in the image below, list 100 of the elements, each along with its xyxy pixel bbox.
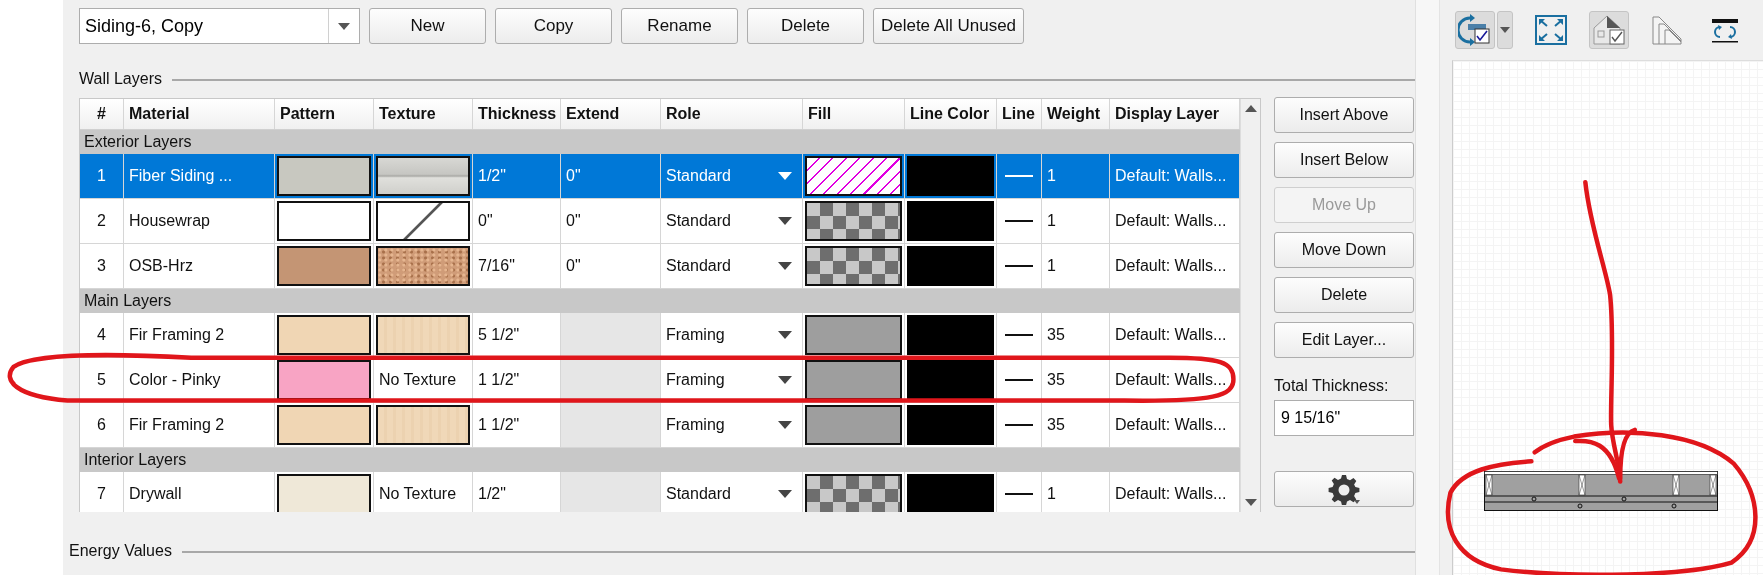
thickness-value: 0" bbox=[473, 199, 561, 244]
column-header[interactable]: Thickness bbox=[473, 99, 561, 129]
line-color-swatch[interactable] bbox=[907, 315, 994, 355]
toolbar-button[interactable]: New bbox=[369, 8, 486, 44]
style-dropdown[interactable]: Siding-6, Copy bbox=[79, 8, 360, 44]
section-title: Energy Values bbox=[69, 542, 172, 560]
group-header: Main Layers bbox=[80, 289, 1240, 313]
toolbar-button[interactable]: Copy bbox=[495, 8, 612, 44]
pattern-swatch[interactable] bbox=[277, 156, 371, 196]
material-name: Housewrap bbox=[124, 199, 275, 244]
selected-table-row[interactable]: 1 Fiber Siding ... 1/2" 0" Standard 1 Default: Walls... bbox=[80, 154, 1240, 199]
caret-icon bbox=[778, 421, 792, 429]
total-thickness-field[interactable]: 9 15/16" bbox=[1274, 400, 1414, 436]
texture-swatch[interactable] bbox=[376, 405, 470, 445]
caret-icon bbox=[338, 22, 350, 30]
scrollbar[interactable] bbox=[1240, 99, 1260, 512]
fill-swatch[interactable] bbox=[805, 360, 902, 400]
column-header[interactable]: Line Color bbox=[905, 99, 997, 129]
pattern-swatch[interactable] bbox=[277, 474, 371, 512]
line-style-icon bbox=[1005, 334, 1033, 336]
texture-swatch[interactable] bbox=[376, 156, 470, 196]
extend-value: 0" bbox=[561, 199, 661, 244]
role-dropdown[interactable]: Framing bbox=[666, 416, 792, 434]
line-color-swatch[interactable] bbox=[907, 360, 994, 400]
pattern-swatch[interactable] bbox=[277, 360, 371, 400]
settings-button[interactable] bbox=[1274, 471, 1414, 507]
view-tool-button[interactable] bbox=[1589, 11, 1629, 49]
caret-icon bbox=[778, 376, 792, 384]
layer-button[interactable]: Edit Layer... bbox=[1274, 322, 1414, 358]
line-color-swatch[interactable] bbox=[907, 474, 994, 512]
caret-icon bbox=[778, 331, 792, 339]
line-style-icon bbox=[1005, 220, 1033, 222]
material-name: Drywall bbox=[124, 472, 275, 512]
role-dropdown[interactable]: Framing bbox=[666, 371, 792, 389]
scroll-down-icon[interactable] bbox=[1244, 499, 1257, 506]
role-dropdown[interactable]: Standard bbox=[666, 212, 792, 230]
role-dropdown[interactable]: Standard bbox=[666, 485, 792, 503]
row-number: 1 bbox=[80, 154, 124, 199]
row-number: 2 bbox=[80, 199, 124, 244]
extend-value: 0" bbox=[561, 154, 661, 199]
column-header[interactable]: Line bbox=[997, 99, 1042, 129]
caret-icon bbox=[778, 172, 792, 180]
group-header: Interior Layers bbox=[80, 448, 1240, 472]
thickness-value: 1/2" bbox=[473, 154, 561, 199]
texture-swatch[interactable] bbox=[376, 315, 470, 355]
gear-icon bbox=[1328, 473, 1360, 505]
toolbar-button[interactable]: Rename bbox=[621, 8, 738, 44]
group-header: Exterior Layers bbox=[80, 130, 1240, 154]
view-tool-button[interactable] bbox=[1455, 11, 1495, 49]
line-color-swatch[interactable] bbox=[907, 246, 994, 286]
preview-canvas[interactable] bbox=[1452, 60, 1763, 575]
weight-value: 35 bbox=[1042, 358, 1110, 403]
texture-swatch[interactable] bbox=[376, 201, 470, 241]
weight-value: 1 bbox=[1042, 154, 1110, 199]
house-check-icon bbox=[1592, 14, 1626, 46]
role-dropdown[interactable]: Standard bbox=[666, 257, 792, 275]
column-header[interactable]: Material bbox=[124, 99, 275, 129]
fill-swatch[interactable] bbox=[805, 246, 902, 286]
toolbar-button[interactable]: Delete bbox=[747, 8, 864, 44]
weight-value: 35 bbox=[1042, 313, 1110, 358]
caret-icon bbox=[1500, 27, 1510, 33]
column-header[interactable]: Pattern bbox=[275, 99, 374, 129]
scroll-up-icon[interactable] bbox=[1244, 105, 1257, 112]
column-header[interactable]: Weight bbox=[1042, 99, 1110, 129]
column-header[interactable]: Extend bbox=[561, 99, 661, 129]
fill-swatch[interactable] bbox=[805, 315, 902, 355]
texture-label: No Texture bbox=[374, 472, 473, 512]
column-header[interactable]: # bbox=[80, 99, 124, 129]
fill-swatch[interactable] bbox=[805, 201, 902, 241]
pattern-swatch[interactable] bbox=[277, 405, 371, 445]
line-style-icon bbox=[1005, 424, 1033, 426]
line-color-swatch[interactable] bbox=[907, 201, 994, 241]
row-number: 7 bbox=[80, 472, 124, 512]
fill-swatch[interactable] bbox=[805, 405, 902, 445]
section-title: Wall Layers bbox=[79, 70, 162, 88]
column-header[interactable]: Role bbox=[661, 99, 803, 129]
line-style-icon bbox=[1005, 265, 1033, 267]
line-style-icon bbox=[1005, 175, 1033, 177]
texture-swatch[interactable] bbox=[376, 246, 470, 286]
column-header[interactable]: Fill bbox=[803, 99, 905, 129]
pattern-swatch[interactable] bbox=[277, 246, 371, 286]
pattern-swatch[interactable] bbox=[277, 315, 371, 355]
role-dropdown[interactable]: Framing bbox=[666, 326, 792, 344]
toolbar-button[interactable]: Delete All Unused bbox=[873, 8, 1024, 44]
rotate-view-icon bbox=[1458, 14, 1492, 46]
role-dropdown[interactable]: Standard bbox=[666, 167, 792, 185]
layer-button[interactable]: Delete bbox=[1274, 277, 1414, 313]
fill-swatch[interactable] bbox=[805, 474, 902, 512]
pattern-swatch[interactable] bbox=[277, 201, 371, 241]
layer-button[interactable]: Insert Above bbox=[1274, 97, 1414, 133]
column-header[interactable]: Texture bbox=[374, 99, 473, 129]
layer-button[interactable]: Insert Below bbox=[1274, 142, 1414, 178]
row-number: 5 bbox=[80, 358, 124, 403]
weight-value: 1 bbox=[1042, 472, 1110, 512]
line-color-swatch[interactable] bbox=[907, 405, 994, 445]
dropdown-button[interactable] bbox=[1497, 11, 1513, 49]
row-number: 4 bbox=[80, 313, 124, 358]
fill-swatch[interactable] bbox=[805, 156, 902, 196]
layer-button[interactable]: Move Down bbox=[1274, 232, 1414, 268]
line-color-swatch[interactable] bbox=[907, 156, 994, 196]
